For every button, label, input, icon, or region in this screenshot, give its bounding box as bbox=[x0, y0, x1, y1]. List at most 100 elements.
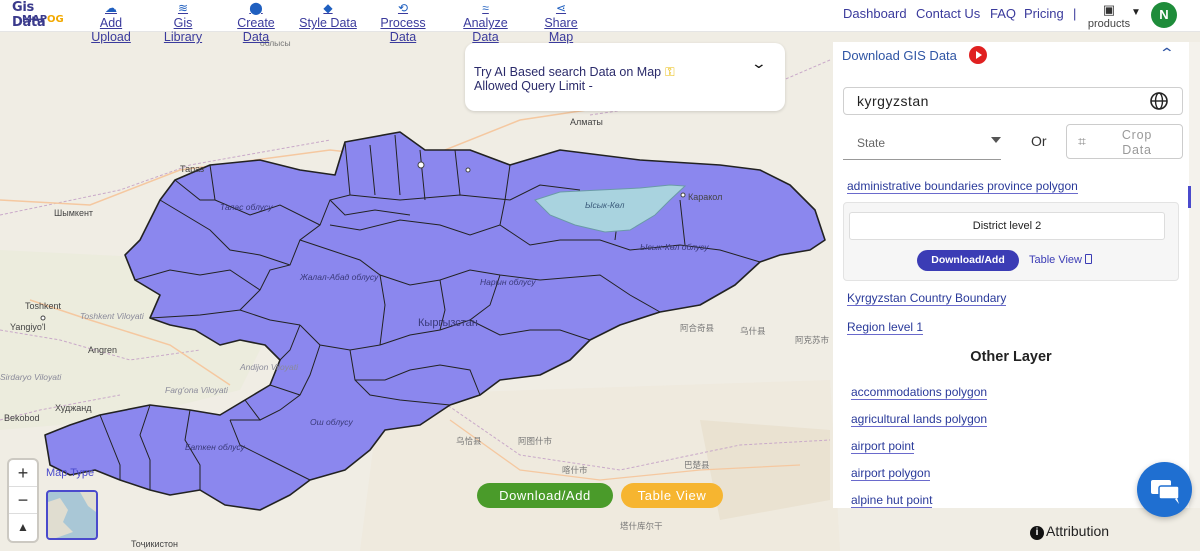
map-label-aksu: 阿克苏市 bbox=[795, 335, 830, 345]
dropdown-caret-icon bbox=[991, 137, 1001, 143]
map-label-bekobod: Bekobod bbox=[4, 413, 40, 423]
chat-icon bbox=[1151, 480, 1180, 504]
nav-contact-us[interactable]: Contact Us bbox=[916, 6, 980, 21]
nav-add-upload[interactable]: ☁ Add Upload bbox=[79, 0, 143, 44]
selected-layer-card: District level 2 Download/Add Table View bbox=[843, 202, 1179, 281]
map-label-wushi: 乌什县 bbox=[740, 326, 766, 336]
link-airport-polygon[interactable]: airport polygon bbox=[851, 466, 931, 481]
link-airport-point[interactable]: airport point bbox=[851, 439, 915, 454]
map-label-fargona: Farg'ona Viloyati bbox=[165, 385, 228, 395]
attribution-toggle[interactable]: i Attribution bbox=[1030, 523, 1109, 540]
map-label-andijon: Andijon Viloyati bbox=[240, 362, 298, 372]
map-label-kashgar-cn: 阿图什市 bbox=[518, 436, 553, 446]
minimap-graphic bbox=[48, 492, 96, 538]
country-value: kyrgyzstan bbox=[857, 93, 929, 109]
map-label-kashgar: 喀什市 bbox=[562, 465, 588, 475]
zoom-in-button[interactable]: + bbox=[9, 460, 37, 487]
map-label-tochikiston: Тоҷикистон bbox=[131, 539, 178, 549]
link-region-level-1[interactable]: Region level 1 bbox=[847, 320, 924, 335]
nav-dashboard[interactable]: Dashboard bbox=[843, 6, 907, 21]
map-label-angren: Angren bbox=[88, 345, 118, 355]
products-menu[interactable]: ▣ products bbox=[1086, 2, 1132, 30]
crop-icon: ⌗ bbox=[1078, 133, 1086, 149]
top-nav: Gis Data MAPOG ☁ Add Upload ≋ Gis Librar… bbox=[0, 0, 1200, 44]
analyze-icon: ≈ bbox=[482, 1, 489, 15]
ai-search-line2: Allowed Query Limit - bbox=[474, 79, 593, 93]
nav-separator: | bbox=[1073, 6, 1077, 21]
info-icon: i bbox=[1030, 526, 1044, 540]
download-panel: Download GIS Data ⌃ kyrgyzstan State Or … bbox=[833, 42, 1189, 508]
ai-search-box[interactable]: Try AI Based search Data on Map ⚿ Allowed… bbox=[465, 43, 785, 111]
paint-bucket-icon: ◆ bbox=[323, 1, 333, 15]
link-agricultural-lands-polygon[interactable]: agricultural lands polygon bbox=[851, 412, 988, 427]
nav-style-data[interactable]: ◆ Style Data bbox=[299, 0, 357, 31]
layers-icon: ≋ bbox=[177, 1, 189, 15]
layer-level-label: District level 2 bbox=[849, 212, 1165, 240]
avatar[interactable]: N bbox=[1151, 2, 1177, 28]
chat-button[interactable] bbox=[1137, 462, 1192, 517]
map-label-karakol: Каракол bbox=[688, 192, 723, 202]
ai-search-line1: Try AI Based search Data on Map ⚿ bbox=[474, 65, 675, 79]
nav-analyze-data[interactable]: ≈ Analyze Data bbox=[449, 0, 522, 44]
map-label-almaty: Алматы bbox=[570, 117, 603, 127]
link-admin-boundaries-province[interactable]: administrative boundaries province polyg… bbox=[847, 179, 1078, 194]
state-select[interactable]: State bbox=[843, 127, 1001, 160]
zoom-controls: + − ▲ bbox=[9, 460, 37, 541]
panel-scrollbar-thumb[interactable] bbox=[1188, 186, 1191, 208]
map-label-toshkent: Toshkent bbox=[25, 301, 62, 311]
map-type-label: Map Type bbox=[46, 467, 95, 479]
state-placeholder: State bbox=[857, 136, 886, 150]
nav-faq[interactable]: FAQ bbox=[990, 6, 1016, 21]
chevron-up-icon[interactable]: ⌃ bbox=[1159, 45, 1175, 62]
map-label-khujand: Худжанд bbox=[55, 403, 92, 413]
map-label-talas: Талас облусу bbox=[220, 202, 273, 212]
card-download-button[interactable]: Download/Add bbox=[917, 250, 1019, 271]
panel-scrollbar-track[interactable] bbox=[1189, 42, 1200, 508]
crop-data-button[interactable]: ⌗ Crop Data bbox=[1066, 124, 1183, 159]
table-view-button[interactable]: Table View bbox=[621, 483, 723, 508]
card-table-view-button[interactable]: Table View bbox=[1029, 254, 1092, 266]
share-icon: ⋖ bbox=[555, 1, 567, 15]
tablet-icon bbox=[1085, 254, 1092, 264]
nav-share-map[interactable]: ⋖ Share Map bbox=[531, 0, 591, 44]
country-select[interactable]: kyrgyzstan bbox=[843, 87, 1183, 115]
youtube-icon[interactable] bbox=[969, 46, 987, 64]
map-label-shymkent: Шымкент bbox=[54, 208, 94, 218]
map-label-issyk-lake: Ысык-Көл bbox=[585, 200, 625, 210]
map-pin-icon: ⬤ bbox=[249, 1, 263, 15]
chevron-down-icon[interactable]: ⌄ bbox=[751, 55, 767, 72]
map-label-naryn: Нарын облусу bbox=[480, 277, 536, 287]
or-label: Or bbox=[1031, 133, 1047, 149]
nav-process-data[interactable]: ⟲ Process Data bbox=[366, 0, 440, 44]
link-accommodations-polygon[interactable]: accommodations polygon bbox=[851, 385, 988, 400]
map-label-batken: Баткен облусу bbox=[185, 442, 245, 452]
cube-icon: ▣ bbox=[1102, 2, 1116, 17]
download-add-button[interactable]: Download/Add bbox=[477, 483, 613, 508]
other-layer-heading: Other Layer bbox=[970, 349, 1052, 365]
map-label-yangiyol: Yangiyo'l bbox=[10, 322, 46, 332]
map-region-label: Кыргызстан bbox=[418, 317, 478, 329]
map-label-jalal-abad: Жалал-Абад облусу bbox=[300, 272, 379, 282]
reset-north-button[interactable]: ▲ bbox=[9, 514, 37, 541]
map-label-taraz: Тараз bbox=[180, 164, 205, 174]
logo-line2: MAPOG bbox=[22, 14, 64, 25]
logo[interactable]: Gis Data MAPOG bbox=[12, 0, 70, 30]
process-icon: ⟲ bbox=[397, 1, 409, 15]
nav-pricing[interactable]: Pricing bbox=[1024, 6, 1064, 21]
map-type-thumbnail[interactable] bbox=[46, 490, 98, 540]
nav-create-data[interactable]: ⬤ Create Data bbox=[223, 0, 289, 44]
caret-down-icon[interactable]: ▼ bbox=[1131, 7, 1141, 18]
nav-gis-library[interactable]: ≋ Gis Library bbox=[153, 0, 213, 44]
map-label-osh: Ош облусу bbox=[310, 417, 353, 427]
link-country-boundary[interactable]: Kyrgyzstan Country Boundary bbox=[847, 291, 1007, 306]
map-label-ulugqat: 乌恰县 bbox=[456, 436, 482, 446]
map-label-sirdaryo: Sirdaryo Viloyati bbox=[0, 372, 62, 382]
zoom-out-button[interactable]: − bbox=[9, 487, 37, 514]
map-label-toshkent-viloyati: Toshkent Viloyati bbox=[80, 311, 144, 321]
link-alpine-hut-point[interactable]: alpine hut point bbox=[851, 493, 933, 508]
map-label-bachu: 巴楚县 bbox=[684, 460, 710, 470]
map-label-tashkurgan: 塔什库尔干 bbox=[620, 521, 663, 531]
globe-icon[interactable] bbox=[1149, 91, 1169, 111]
panel-header[interactable]: Download GIS Data ⌃ bbox=[833, 42, 1189, 68]
panel-title: Download GIS Data bbox=[842, 48, 957, 63]
